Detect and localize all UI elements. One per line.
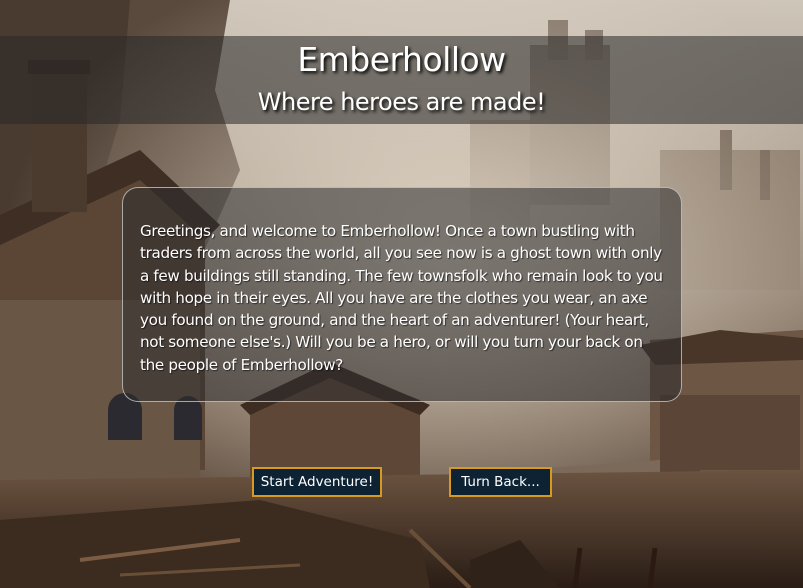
story-text: Greetings, and welcome to Emberhollow! O… [140,222,663,374]
story-dialog: Greetings, and welcome to Emberhollow! O… [122,187,682,402]
game-subtitle: Where heroes are made! [257,88,546,116]
start-adventure-button[interactable]: Start Adventure! [252,467,382,497]
turn-back-button[interactable]: Turn Back... [449,467,552,497]
title-banner: Emberhollow Where heroes are made! [0,36,803,124]
game-title: Emberhollow [297,40,506,79]
